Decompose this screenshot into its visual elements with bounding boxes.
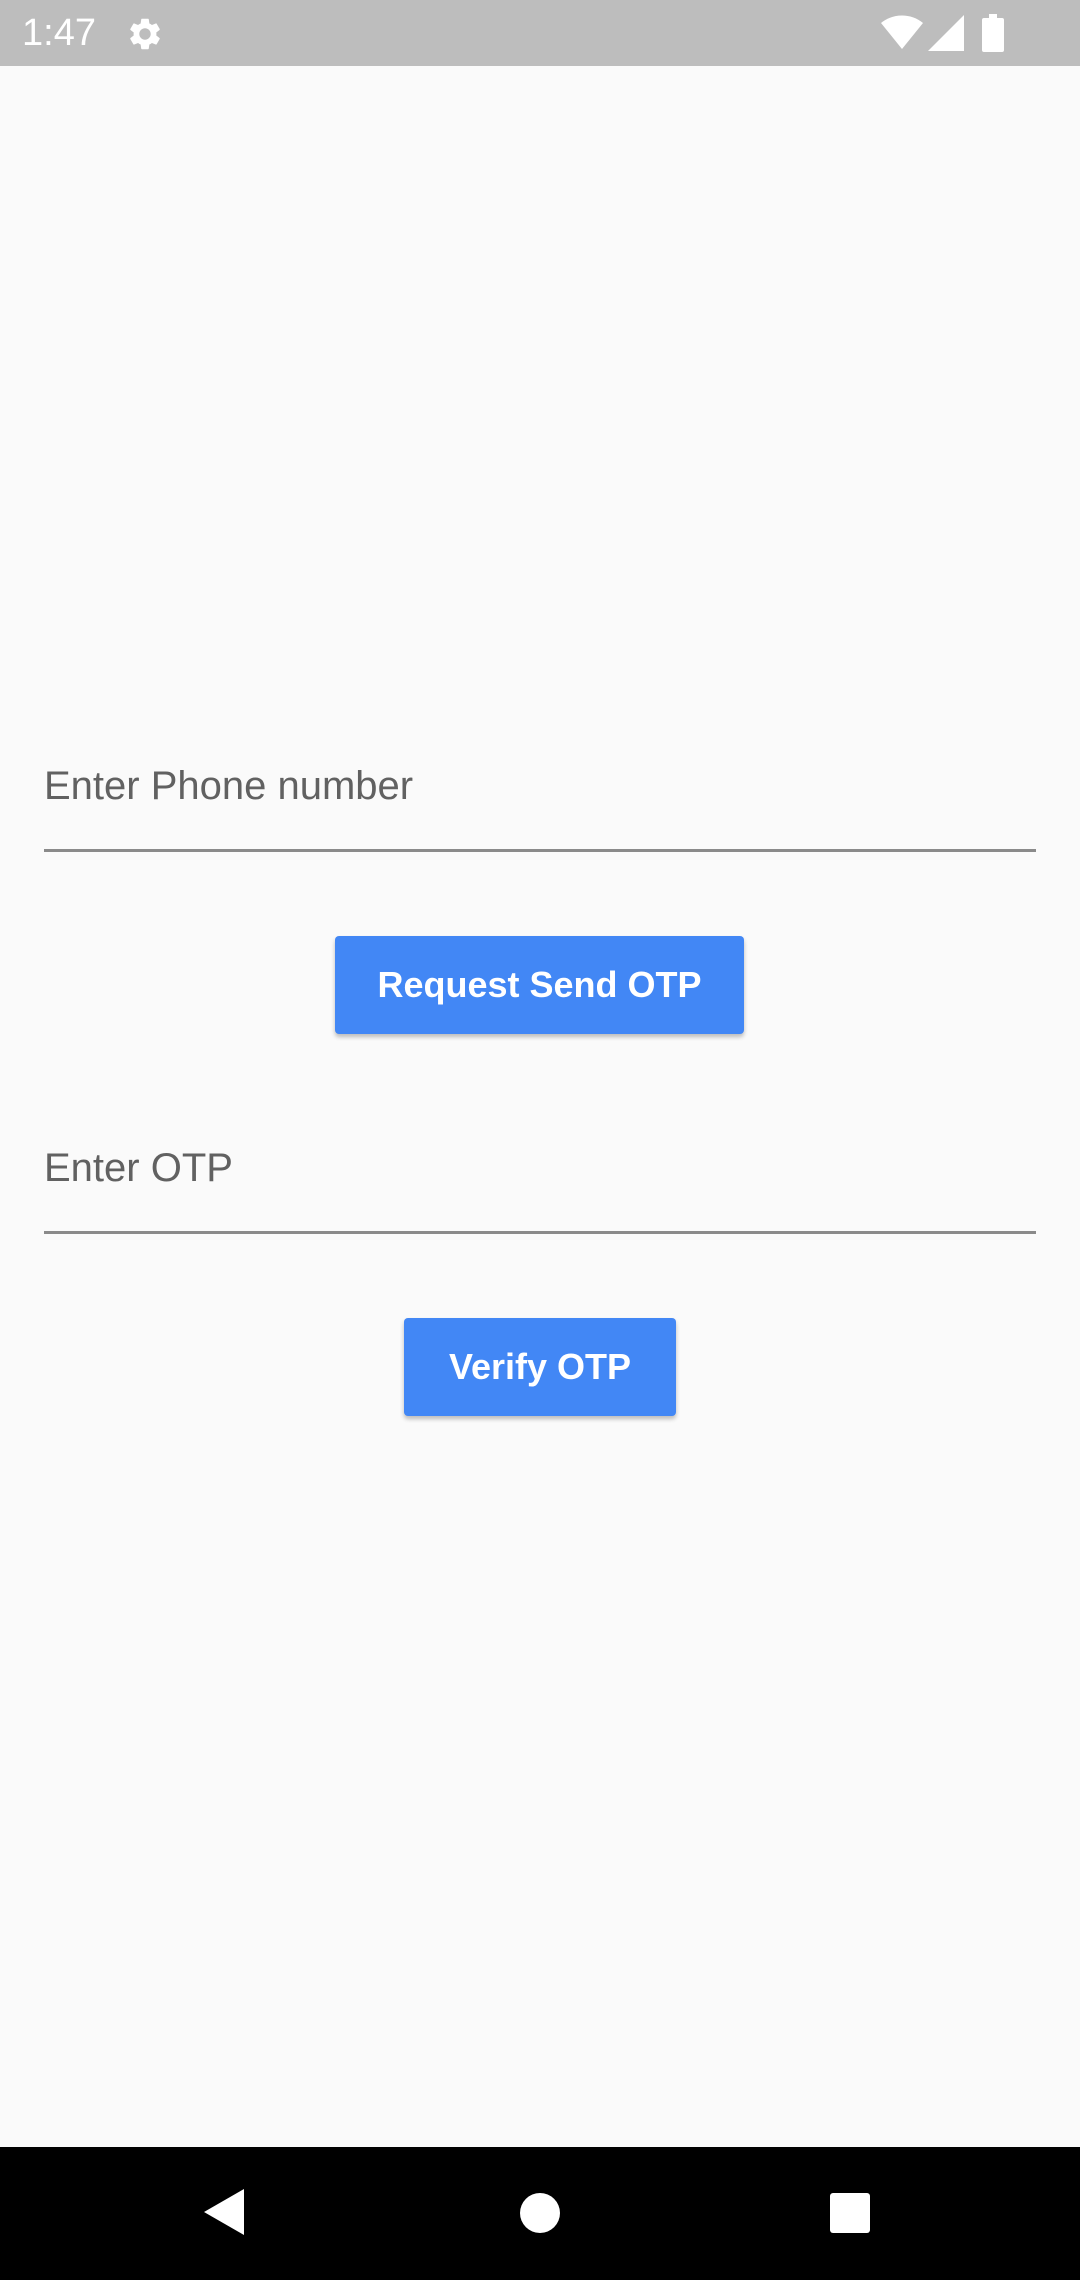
verify-otp-button[interactable]: Verify OTP — [404, 1318, 676, 1416]
status-time: 1:47 — [22, 12, 96, 54]
signal-icon — [928, 15, 964, 51]
otp-field — [44, 1146, 1036, 1234]
phone-number-input[interactable] — [44, 764, 1036, 852]
phone-field — [44, 764, 1036, 852]
request-send-otp-button[interactable]: Request Send OTP — [335, 936, 744, 1034]
recents-icon[interactable] — [830, 2193, 870, 2233]
navigation-bar — [0, 2147, 1080, 2280]
otp-input[interactable] — [44, 1146, 1036, 1234]
battery-icon — [982, 14, 1004, 52]
status-bar: 1:47 — [0, 0, 1080, 66]
wifi-icon — [880, 15, 924, 51]
back-icon[interactable] — [204, 2189, 244, 2235]
gear-icon — [126, 15, 164, 53]
app-screen: 1:47 Request Send OTP — [0, 0, 1080, 2280]
home-icon[interactable] — [519, 2192, 561, 2234]
